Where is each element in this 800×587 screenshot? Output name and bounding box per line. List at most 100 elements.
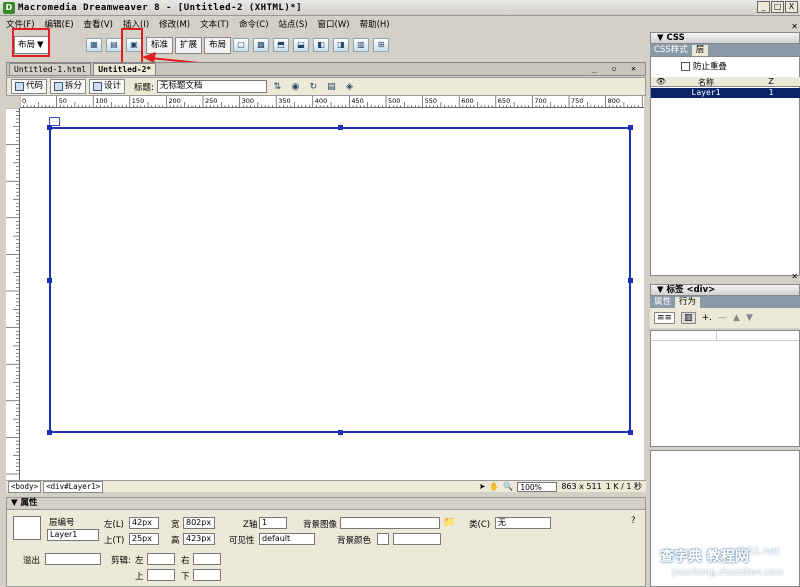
- file-management-icon[interactable]: ⇅: [270, 80, 285, 93]
- tag-selector-body[interactable]: <body>: [8, 480, 42, 493]
- resize-handle-n[interactable]: [338, 125, 343, 130]
- close-button[interactable]: X: [785, 1, 798, 13]
- clip-top-label: 上: [135, 572, 144, 582]
- resize-handle-se[interactable]: [628, 430, 633, 435]
- menu-site[interactable]: 站点(S): [279, 18, 308, 30]
- layout-table-icon[interactable]: ▤: [106, 38, 122, 52]
- overflow-select[interactable]: [45, 553, 101, 565]
- class-select[interactable]: 无: [495, 517, 551, 529]
- right-panel-dock: ✕ ▼ CSS CSS样式 层 防止重叠 👁 名称 Z Layer1 1 ✕ ▼…: [650, 16, 800, 587]
- prevent-overlap-checkbox[interactable]: [681, 61, 690, 71]
- tab-layers[interactable]: 层: [691, 45, 709, 56]
- ruler-label: 400: [315, 97, 327, 105]
- clip-left-input[interactable]: [147, 553, 175, 565]
- view-options-icon[interactable]: ▤: [324, 80, 339, 93]
- window-size-readout[interactable]: 863 x 511: [561, 482, 601, 491]
- menu-modify[interactable]: 修改(M): [159, 18, 190, 30]
- tag-panel-header[interactable]: ▼ 标签 <div>: [650, 284, 800, 296]
- split-view-label: 拆分: [65, 81, 83, 91]
- tag-selector-layer[interactable]: <div#Layer1>: [43, 480, 104, 493]
- folder-icon[interactable]: 📁: [443, 517, 455, 528]
- bg-color-input[interactable]: [393, 533, 441, 545]
- remove-behavior-icon[interactable]: —: [718, 313, 727, 323]
- resize-handle-e[interactable]: [628, 278, 633, 283]
- width-input[interactable]: 802px: [183, 517, 215, 529]
- menu-view[interactable]: 查看(V): [84, 18, 113, 30]
- doc-title-input[interactable]: 无标题文档: [156, 80, 267, 93]
- maximize-button[interactable]: □: [771, 1, 784, 13]
- menu-text[interactable]: 文本(T): [200, 18, 229, 30]
- menu-commands[interactable]: 命令(C): [239, 18, 269, 30]
- tab-attributes[interactable]: 属性: [650, 297, 675, 308]
- table-icon[interactable]: ▦: [86, 38, 102, 52]
- table-row[interactable]: Layer1 1: [651, 88, 800, 98]
- overflow-label: 溢出: [23, 556, 41, 566]
- zoom-select[interactable]: 100%: [517, 481, 558, 492]
- visibility-eye-icon[interactable]: 👁: [651, 77, 671, 86]
- resize-handle-w[interactable]: [47, 278, 52, 283]
- resize-handle-s[interactable]: [338, 430, 343, 435]
- tab-css-styles[interactable]: CSS样式: [650, 45, 692, 56]
- css-panel-close-icon[interactable]: ✕: [791, 22, 798, 31]
- z-index-label: Z轴: [243, 520, 258, 530]
- hand-tool-icon[interactable]: ✋: [489, 482, 499, 491]
- clip-right-input[interactable]: [193, 553, 221, 565]
- tabular-data-icon[interactable]: ⊞: [373, 38, 390, 52]
- bg-image-input[interactable]: [340, 517, 440, 529]
- zoom-tool-icon[interactable]: 🔍: [503, 482, 513, 491]
- tab-untitled-1[interactable]: Untitled-1.html: [9, 63, 92, 75]
- insert-row-above-icon[interactable]: ⬒: [273, 38, 290, 52]
- ruler-label: 700: [534, 97, 546, 105]
- tab-untitled-2[interactable]: Untitled-2*: [93, 63, 157, 75]
- ruler-label: 600: [461, 97, 473, 105]
- clip-bottom-input[interactable]: [193, 569, 221, 581]
- design-view-button[interactable]: 设计: [89, 79, 126, 94]
- z-index-input[interactable]: 1: [259, 517, 287, 529]
- property-inspector-header[interactable]: ▼ 属性: [7, 498, 645, 510]
- preview-browser-icon[interactable]: ◉: [288, 80, 303, 93]
- layers-panel-body: 防止重叠 👁 名称 Z Layer1 1: [650, 56, 800, 276]
- left-input[interactable]: 42px: [129, 517, 159, 529]
- insert-row-below-icon[interactable]: ⬓: [293, 38, 310, 52]
- document-window-controls[interactable]: _ ▫ ✕: [592, 64, 641, 73]
- minimize-button[interactable]: _: [757, 1, 770, 13]
- insert-column-right-icon[interactable]: ◨: [333, 38, 350, 52]
- resize-handle-sw[interactable]: [47, 430, 52, 435]
- pointer-tool-icon[interactable]: ➤: [479, 482, 486, 491]
- move-down-icon[interactable]: ▼: [746, 313, 753, 323]
- code-view-button[interactable]: 代码: [11, 79, 48, 94]
- doc-title-label: 标题:: [134, 82, 154, 93]
- tag-panel-close-icon[interactable]: ✕: [791, 272, 798, 281]
- col-z[interactable]: Z: [741, 77, 800, 86]
- height-label: 高: [171, 536, 180, 546]
- category-highlight-box: [12, 28, 50, 57]
- insert-column-left-icon[interactable]: ◧: [313, 38, 330, 52]
- bg-color-swatch[interactable]: [377, 533, 389, 545]
- tab-behaviors[interactable]: 行为: [675, 297, 701, 308]
- top-input[interactable]: 25px: [129, 533, 159, 545]
- layer-id-input[interactable]: Layer1: [47, 529, 99, 541]
- resize-handle-ne[interactable]: [628, 125, 633, 130]
- refresh-icon[interactable]: ↻: [306, 80, 321, 93]
- frames-icon[interactable]: ▥: [353, 38, 370, 52]
- ruler-label: 100: [95, 97, 107, 105]
- menu-window[interactable]: 窗口(W): [318, 18, 350, 30]
- layer1-div[interactable]: [47, 125, 633, 435]
- vertical-ruler-ticks: [6, 108, 19, 475]
- split-view-button[interactable]: 拆分: [50, 79, 87, 94]
- col-name[interactable]: 名称: [671, 77, 741, 87]
- move-up-icon[interactable]: ▲: [733, 313, 740, 323]
- menu-help[interactable]: 帮助(H): [360, 18, 390, 30]
- css-panel-header[interactable]: ▼ CSS: [650, 32, 800, 44]
- add-behavior-icon[interactable]: +.: [702, 313, 712, 323]
- height-input[interactable]: 423px: [183, 533, 215, 545]
- show-all-events-icon[interactable]: ▥: [681, 312, 696, 324]
- resize-handle-nw[interactable]: [47, 125, 52, 130]
- split-view-icon: [54, 82, 64, 91]
- clip-right-label: 右: [181, 556, 190, 566]
- visibility-select[interactable]: default: [259, 533, 315, 545]
- visual-aids-icon[interactable]: ◈: [342, 80, 357, 93]
- show-set-events-icon[interactable]: ≡≡: [654, 312, 676, 324]
- clip-top-input[interactable]: [147, 569, 175, 581]
- help-icon[interactable]: ?: [631, 516, 636, 526]
